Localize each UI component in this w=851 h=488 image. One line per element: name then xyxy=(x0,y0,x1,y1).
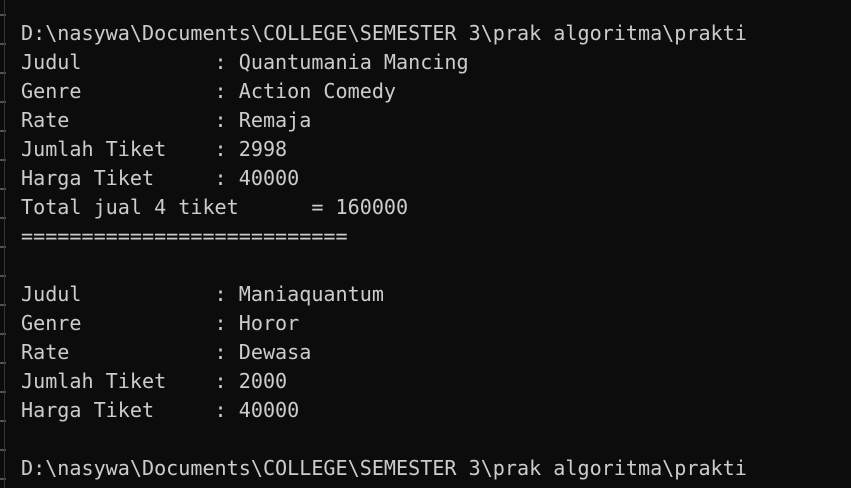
output-line-rate: Rate : Remaja xyxy=(21,108,312,132)
output-line-genre: Genre : Action Comedy xyxy=(21,79,397,103)
output-line-jumlah-tiket: Jumlah Tiket : 2998 xyxy=(21,137,288,161)
output-line-genre: Genre : Horor xyxy=(21,311,300,335)
output-line-blank xyxy=(21,425,747,454)
output-line-total-jual: Total jual 4 tiket = 160000 xyxy=(21,195,409,219)
output-line-separator: =========================== xyxy=(21,224,348,248)
terminal-output: D:\nasywa\Documents\COLLEGE\SEMESTER 3\p… xyxy=(21,19,747,483)
output-line-blank xyxy=(21,251,747,280)
output-line-judul: Judul : Maniaquantum xyxy=(21,282,384,306)
prompt-path-line: D:\nasywa\Documents\COLLEGE\SEMESTER 3\p… xyxy=(21,21,747,45)
output-line-judul: Judul : Quantumania Mancing xyxy=(21,50,469,74)
window-left-border xyxy=(0,0,6,488)
output-line-rate: Rate : Dewasa xyxy=(21,340,312,364)
terminal-window[interactable]: D:\nasywa\Documents\COLLEGE\SEMESTER 3\p… xyxy=(0,0,851,488)
output-line-jumlah-tiket: Jumlah Tiket : 2000 xyxy=(21,369,288,393)
output-line-harga-tiket: Harga Tiket : 40000 xyxy=(21,166,300,190)
prompt-path-line: D:\nasywa\Documents\COLLEGE\SEMESTER 3\p… xyxy=(21,456,747,480)
output-line-harga-tiket: Harga Tiket : 40000 xyxy=(21,398,300,422)
